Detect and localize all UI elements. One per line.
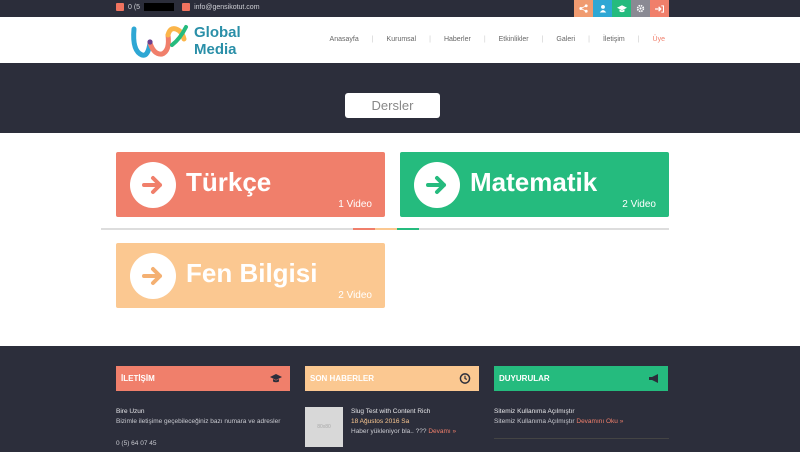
footer-announcements-body: Sitemiz Kullanıma Açılmıştır Sitemiz Kul…: [494, 407, 669, 427]
clock-icon: [459, 373, 471, 384]
footer-news-body: Slug Test with Content Rich 18 Ağustos 2…: [351, 407, 481, 437]
news-thumbnail[interactable]: 80x80: [305, 407, 343, 447]
footer-contact-title: İLETİŞİM: [121, 374, 155, 383]
news-excerpt-row: Haber yükleniyor bla.. ??? Devamı »: [351, 427, 481, 437]
nav-separator: |: [637, 36, 640, 43]
page-hero: Dersler: [0, 63, 800, 133]
nav-anasayfa[interactable]: Anasayfa: [327, 36, 362, 43]
section-divider: [101, 228, 669, 230]
megaphone-icon: [649, 374, 658, 383]
divider-accent: [397, 228, 419, 230]
footer-contact-name: Bire Uzun: [116, 408, 145, 415]
footer-divider: [494, 438, 669, 439]
course-video-count: 2 Video: [338, 290, 372, 301]
announcement-title[interactable]: Sitemiz Kullanıma Açılmıştır: [494, 407, 669, 417]
news-date: 18 Ağustos 2016 Sa: [351, 418, 410, 425]
announcement-row: Sitemiz Kullanıma Açılmıştır Devamını Ok…: [494, 417, 669, 427]
social-icons: [574, 0, 669, 17]
arrow-right-icon: [414, 162, 460, 208]
graduation-cap-icon[interactable]: [612, 0, 631, 17]
footer-contact-body: Bire Uzun Bizimle iletişime geçebileceği…: [116, 407, 296, 449]
course-card-turkce[interactable]: Türkçe 1 Video: [116, 152, 385, 217]
logo-w-icon: [131, 25, 188, 58]
footer-news-title: SON HABERLER: [310, 374, 375, 383]
arrow-right-icon: [130, 162, 176, 208]
announcement-more-link[interactable]: Devamını Oku »: [576, 418, 623, 425]
top-bar: 0 (5 info@gensikotut.com: [0, 0, 800, 17]
nav-separator: |: [429, 36, 431, 43]
nav-galeri[interactable]: Galeri: [553, 36, 578, 43]
logout-icon[interactable]: [650, 0, 669, 17]
nav-separator: |: [483, 36, 486, 43]
footer-contact-phone: 0 (5) 64 07 45: [116, 440, 157, 447]
top-contact: 0 (5 info@gensikotut.com: [116, 3, 260, 11]
main-nav: Anasayfa | Kurumsal | Haberler | Etkinli…: [327, 36, 668, 43]
news-more-link[interactable]: Devamı »: [428, 428, 456, 435]
top-email[interactable]: info@gensikotut.com: [194, 4, 259, 11]
arrow-right-icon: [130, 253, 176, 299]
divider-accent: [375, 228, 397, 230]
share-icon[interactable]: [574, 0, 593, 17]
user-icon[interactable]: [593, 0, 612, 17]
footer-contact-heading: İLETİŞİM: [116, 366, 290, 391]
course-card-fen-bilgisi[interactable]: Fen Bilgisi 2 Video: [116, 243, 385, 308]
email-icon: [182, 3, 191, 11]
course-name: Türkçe: [186, 167, 272, 197]
divider-accent: [353, 228, 375, 230]
graduation-cap-icon: [270, 374, 282, 383]
announcement-text: Sitemiz Kullanıma Açılmıştır: [494, 418, 575, 425]
nav-separator: |: [541, 36, 544, 43]
redacted-block: [144, 3, 175, 11]
footer-news-heading: SON HABERLER: [305, 366, 479, 391]
nav-kurumsal[interactable]: Kurumsal: [384, 36, 420, 43]
footer-contact-desc: Bizimle iletişime geçebileceğiniz bazı n…: [116, 418, 281, 425]
course-card-matematik[interactable]: Matematik 2 Video: [400, 152, 669, 217]
logo-text: Global Media: [194, 24, 241, 58]
course-name: Fen Bilgisi: [186, 258, 318, 288]
site-logo[interactable]: Global Media: [128, 21, 241, 61]
news-excerpt: Haber yükleniyor bla.. ???: [351, 428, 427, 435]
footer-announcements-heading: DUYURULAR: [494, 366, 668, 391]
course-video-count: 1 Video: [338, 199, 372, 210]
site-header: Global Media Anasayfa | Kurumsal | Haber…: [0, 17, 800, 63]
nav-separator: |: [371, 36, 374, 43]
course-video-count: 2 Video: [622, 199, 656, 210]
nav-uye[interactable]: Üye: [650, 36, 668, 43]
settings-icon[interactable]: [631, 0, 650, 17]
footer-announcements-title: DUYURULAR: [499, 374, 550, 383]
nav-iletisim[interactable]: İletişim: [600, 36, 628, 43]
course-name: Matematik: [470, 167, 598, 197]
news-title[interactable]: Slug Test with Content Rich: [351, 407, 481, 417]
top-phone: 0 (5: [128, 3, 141, 11]
nav-separator: |: [588, 36, 590, 43]
phone-icon: [116, 3, 124, 11]
logo-line1: Global: [194, 24, 241, 41]
nav-haberler[interactable]: Haberler: [441, 36, 474, 43]
logo-line2: Media: [194, 41, 237, 58]
nav-etkinlikler[interactable]: Etkinlikler: [496, 36, 532, 43]
page-title: Dersler: [345, 93, 440, 118]
